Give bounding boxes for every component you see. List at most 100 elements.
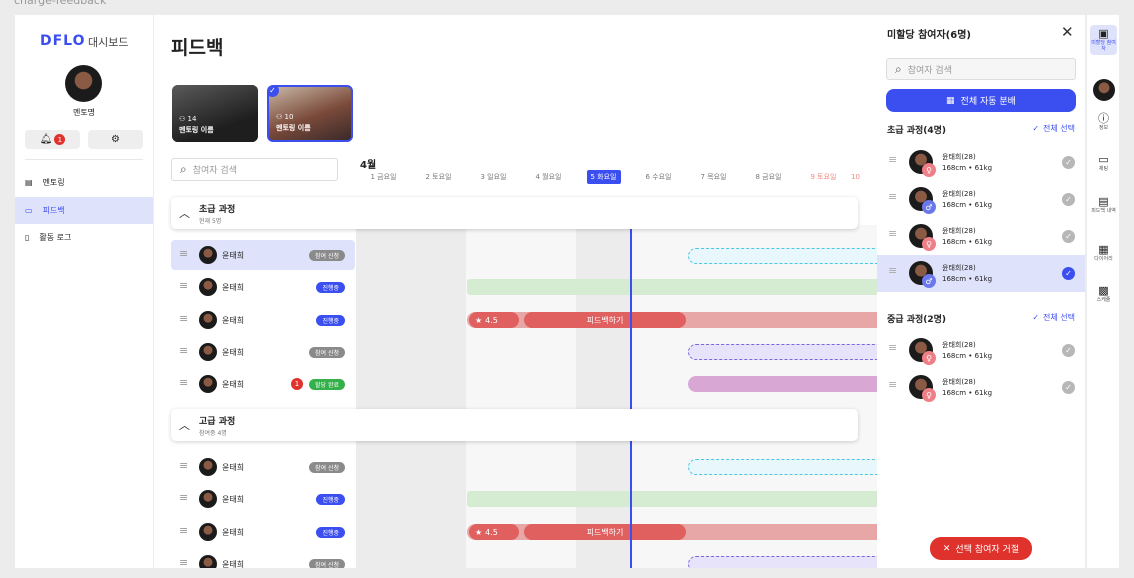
nav-item-activity-log[interactable]: ▯ 활동 로그 (15, 224, 153, 251)
select-checkbox[interactable]: ✓ (1062, 230, 1075, 243)
member-item[interactable]: ≡ ♀ 윤태희(28) 168cm • 61kg ✓ (877, 218, 1085, 255)
schedule-bar-requested[interactable] (688, 344, 877, 360)
participant-row[interactable]: ≡ 윤태희 참여 신청 (171, 452, 355, 482)
rail-item-chat[interactable]: ▭ 채팅 (1090, 154, 1117, 173)
participant-search-input[interactable]: ⌕ 참여자 검색 (171, 158, 338, 181)
drag-handle-icon[interactable]: ≡ (179, 248, 188, 259)
mentoring-card[interactable]: ⚇ 14 멘토링 이름 (172, 85, 258, 142)
drag-handle-icon[interactable]: ≡ (179, 525, 188, 536)
participant-row[interactable]: ≡ 윤태희 참여 신청 (171, 549, 355, 568)
drag-handle-icon[interactable]: ≡ (179, 557, 188, 568)
member-name: 윤태희(28) (942, 227, 976, 235)
day-label[interactable]: 10 (851, 169, 877, 185)
reject-selected-button[interactable]: ✕ 선택 참여자 거절 (930, 537, 1032, 560)
notifications-button[interactable]: 🔔︎ 1 (25, 130, 80, 149)
schedule-bar-assigned[interactable] (688, 376, 877, 392)
day-label[interactable]: 6 수요일 (631, 169, 686, 185)
day-label[interactable]: 2 토요일 (411, 169, 466, 185)
mentoring-card-selected[interactable]: ⚇ 10 멘토링 이름 ✓ (267, 85, 353, 142)
rail-item-schedule[interactable]: ▩ 스케쥴 (1090, 285, 1117, 304)
participant-name: 윤태희 (222, 559, 245, 569)
auto-assign-button[interactable]: ▦ 전체 자동 분배 (886, 89, 1076, 112)
drag-handle-icon[interactable]: ≡ (888, 379, 897, 390)
group-header-beginner[interactable]: ︿ 초급 과정 현재 5명 (171, 197, 858, 229)
close-icon: ✕ (942, 543, 951, 554)
panel-search-input[interactable]: ⌕ 참여자 검색 (886, 58, 1076, 80)
nav-item-feedback[interactable]: ▭ 피드백 (15, 197, 153, 224)
avatar[interactable] (1093, 79, 1115, 101)
card-title: 멘토링 이름 (276, 124, 311, 132)
member-item[interactable]: ≡ ♀ 윤태희(28) 168cm • 61kg ✓ (877, 332, 1085, 369)
nav-item-mentoring[interactable]: ▤ 멘토링 (15, 169, 153, 196)
rail-item-diary[interactable]: ▦ 다이어리 (1090, 244, 1117, 263)
member-item[interactable]: ≡ ♀ 윤태희(28) 168cm • 61kg ✓ (877, 369, 1085, 406)
select-checkbox[interactable]: ✓ (1062, 193, 1075, 206)
member-item[interactable]: ≡ ♂ 윤태희(28) 168cm • 61kg ✓ (877, 181, 1085, 218)
search-placeholder: 참여자 검색 (907, 65, 952, 76)
chevron-up-icon[interactable]: ︿ (179, 205, 190, 221)
schedule-bar-active[interactable] (467, 491, 877, 507)
avatar (199, 343, 217, 361)
drag-handle-icon[interactable]: ≡ (179, 460, 188, 471)
participant-row[interactable]: ≡ 윤태희 참여 신청 (171, 337, 355, 367)
day-label[interactable]: 8 금요일 (741, 169, 796, 185)
drag-handle-icon[interactable]: ≡ (179, 313, 188, 324)
check-icon: ✓ (1032, 124, 1040, 133)
day-label[interactable]: 4 월요일 (521, 169, 576, 185)
participant-row[interactable]: ≡ 윤태희 참여 신청 (171, 240, 355, 270)
close-icon[interactable]: ✕ (1061, 23, 1074, 41)
participant-row[interactable]: ≡ 윤태희 진행중 (171, 305, 355, 335)
drag-handle-icon[interactable]: ≡ (179, 492, 188, 503)
feedback-action-button[interactable]: 피드백하기 (524, 312, 686, 328)
select-checkbox[interactable]: ✓ (1062, 344, 1075, 357)
drag-handle-icon[interactable]: ≡ (888, 228, 897, 239)
drag-handle-icon[interactable]: ≡ (888, 265, 897, 276)
schedule-bar-pending[interactable] (688, 248, 877, 264)
drag-handle-icon[interactable]: ≡ (179, 280, 188, 291)
inbox-icon: ▤ (1098, 195, 1109, 208)
status-badge: 할당 완료 (309, 378, 345, 390)
participant-name: 윤태희 (222, 315, 245, 325)
drag-handle-icon[interactable]: ≡ (888, 191, 897, 202)
schedule-bar-pending[interactable] (688, 459, 877, 475)
nav-item-label: 활동 로그 (39, 233, 72, 242)
profile-avatar[interactable] (65, 65, 102, 102)
drag-handle-icon[interactable]: ≡ (888, 342, 897, 353)
chevron-up-icon[interactable]: ︿ (179, 417, 190, 433)
rail-item-unassigned[interactable]: ▣ 미할당 참여자 (1090, 25, 1117, 55)
participant-row[interactable]: ≡ 윤태희 1 할당 완료 (171, 369, 355, 399)
brand-logo[interactable]: DFLO (40, 33, 86, 49)
rail-item-feedback-history[interactable]: ▤ 피드백 내역 (1090, 195, 1117, 215)
day-label-today[interactable]: 5 화요일 (576, 169, 631, 185)
select-checkbox[interactable]: ✓ (1062, 156, 1075, 169)
female-icon: ♀ (922, 351, 936, 365)
drag-handle-icon[interactable]: ≡ (179, 377, 188, 388)
member-item-selected[interactable]: ≡ ♂ 윤태희(28) 168cm • 61kg ✓ (877, 255, 1085, 292)
avatar (199, 490, 217, 508)
feedback-action-button[interactable]: 피드백하기 (524, 524, 686, 540)
rating-badge: ★ 4.5 (469, 312, 519, 328)
schedule-bar-requested[interactable] (688, 556, 877, 568)
day-label[interactable]: 3 일요일 (466, 169, 521, 185)
settings-button[interactable]: ⚙ (88, 130, 143, 149)
participant-row[interactable]: ≡ 윤태희 진행중 (171, 484, 355, 514)
select-checkbox[interactable]: ✓ (1062, 381, 1075, 394)
select-checkbox-checked[interactable]: ✓ (1062, 267, 1075, 280)
drag-handle-icon[interactable]: ≡ (888, 154, 897, 165)
day-label[interactable]: 9 토요일 (796, 169, 851, 185)
right-rail: ▣ 미할당 참여자 ⓘ 정보 ▭ 채팅 ▤ 피드백 내역 ▦ 다이어리 ▩ 스케… (1086, 15, 1119, 568)
member-item[interactable]: ≡ ♀ 윤태희(28) 168cm • 61kg ✓ (877, 144, 1085, 181)
group-header-advanced[interactable]: ︿ 고급 과정 참여중 4명 (171, 409, 858, 441)
schedule-bar-active[interactable] (467, 279, 877, 295)
group-title: 초급 과정 (199, 205, 236, 215)
day-label[interactable]: 1 금요일 (356, 169, 411, 185)
select-all-button[interactable]: ✓ 전체 선택 (1032, 312, 1075, 323)
female-icon: ♀ (922, 237, 936, 251)
drag-handle-icon[interactable]: ≡ (179, 345, 188, 356)
day-label[interactable]: 7 목요일 (686, 169, 741, 185)
participant-row[interactable]: ≡ 윤태희 진행중 (171, 517, 355, 547)
select-all-button[interactable]: ✓ 전체 선택 (1032, 123, 1075, 134)
participant-name: 윤태희 (222, 462, 245, 472)
participant-row[interactable]: ≡ 윤태희 진행중 (171, 272, 355, 302)
rail-item-info[interactable]: ⓘ 정보 (1090, 113, 1117, 132)
